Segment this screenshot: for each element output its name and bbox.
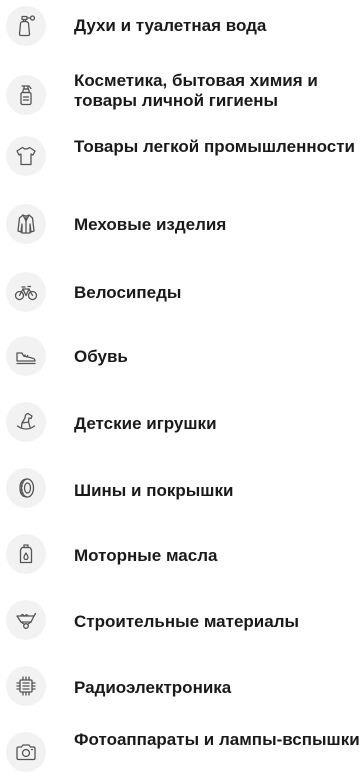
category-item-cosmetics[interactable]: Косметика, бытовая химия и товары личной… [0, 66, 363, 132]
category-label: Духи и туалетная вода [74, 16, 267, 35]
category-label: Строительные материалы [74, 612, 300, 631]
fur-coat-icon [6, 204, 46, 244]
category-label: Велосипеды [74, 283, 182, 302]
category-item-tires[interactable]: Шины и покрышки [0, 462, 363, 528]
t-shirt-icon [6, 136, 46, 176]
category-item-fur[interactable]: Меховые изделия [0, 198, 363, 264]
rocking-horse-icon [6, 402, 46, 442]
category-label: Косметика, бытовая химия и товары личной… [74, 71, 318, 110]
spray-bottle-icon [6, 75, 46, 115]
category-list: Духи и туалетная вода Косметика, бытовая… [0, 0, 363, 773]
category-label: Меховые изделия [74, 215, 227, 234]
bicycle-icon [6, 272, 46, 312]
category-label: Товары легкой промышленности [74, 137, 355, 156]
category-label: Радиоэлектроника [74, 678, 232, 697]
category-label: Детские игрушки [74, 414, 217, 433]
category-label: Шины и покрышки [74, 481, 234, 500]
category-label: Фотоаппараты и лампы-вспышки [74, 730, 360, 749]
category-item-shoes[interactable]: Обувь [0, 330, 363, 396]
category-item-building-materials[interactable]: Строительные материалы [0, 594, 363, 660]
category-item-cameras[interactable]: Фотоаппараты и лампы-вспышки [0, 726, 363, 773]
category-item-motor-oils[interactable]: Моторные масла [0, 528, 363, 594]
category-label: Моторные масла [74, 546, 218, 565]
shoe-icon [6, 336, 46, 376]
category-item-bicycles[interactable]: Велосипеды [0, 264, 363, 330]
perfume-icon [6, 6, 46, 46]
category-item-electronics[interactable]: Радиоэлектроника [0, 660, 363, 726]
camera-icon [6, 732, 46, 772]
category-item-toys[interactable]: Детские игрушки [0, 396, 363, 462]
oil-can-icon [6, 534, 46, 574]
category-label: Обувь [74, 347, 128, 366]
category-item-light-industry[interactable]: Товары легкой промышленности [0, 132, 363, 198]
wheelbarrow-icon [6, 600, 46, 640]
category-item-perfume[interactable]: Духи и туалетная вода [0, 0, 363, 66]
microchip-icon [6, 666, 46, 706]
tire-icon [6, 468, 46, 508]
